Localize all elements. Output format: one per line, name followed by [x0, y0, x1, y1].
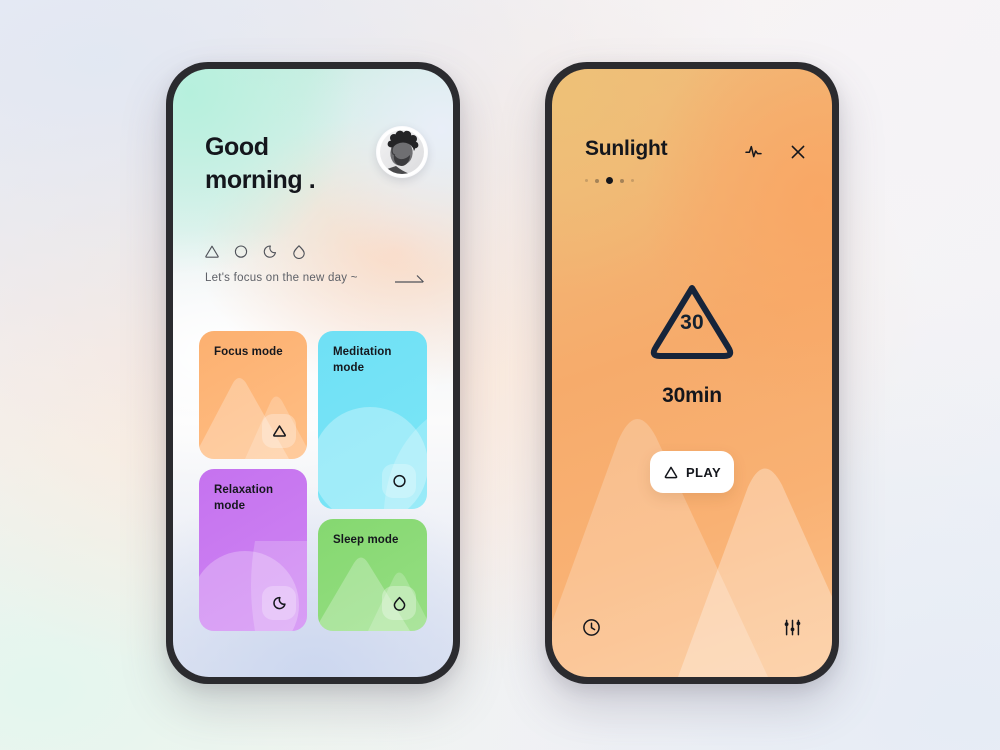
arrow-right-icon	[395, 275, 424, 283]
phone-mockup-left: Good morning . Let's focus on the new da…	[166, 62, 460, 684]
droplet-icon	[393, 596, 405, 611]
shape-icon-row	[204, 244, 307, 259]
mode-card-sleep[interactable]: Sleep mode	[318, 519, 427, 631]
phone-mockup-right: Sunlight 30 30min PLAY	[545, 62, 839, 684]
triangle-icon	[272, 425, 286, 437]
card-badge-meditation[interactable]	[382, 464, 416, 498]
card-title: Sleep mode	[333, 534, 399, 546]
home-screen: Good morning . Let's focus on the new da…	[173, 69, 453, 677]
pagination-dots[interactable]	[585, 177, 634, 184]
timer-duration-label: 30min	[662, 384, 722, 407]
triangle-icon	[664, 466, 678, 478]
card-badge-sleep[interactable]	[382, 586, 416, 620]
mode-card-focus[interactable]: Focus mode	[199, 331, 307, 459]
session-screen: Sunlight 30 30min PLAY	[552, 69, 832, 677]
triangle-icon[interactable]	[204, 244, 220, 259]
pagination-dot[interactable]	[595, 178, 599, 183]
close-x-icon[interactable]	[789, 143, 807, 161]
droplet-icon[interactable]	[291, 244, 307, 259]
mode-card-relaxation[interactable]: Relaxation mode	[199, 469, 307, 631]
screenshot-stage: Good morning . Let's focus on the new da…	[0, 0, 1000, 750]
clock-icon[interactable]	[582, 618, 601, 637]
greeting-text: Good morning .	[205, 133, 316, 195]
card-title: Relaxation mode	[214, 484, 274, 512]
activity-pulse-icon[interactable]	[744, 142, 763, 161]
avatar[interactable]	[376, 126, 428, 178]
pagination-dot[interactable]	[620, 178, 624, 183]
bottom-toolbar	[552, 618, 832, 637]
pagination-dot-active[interactable]	[606, 177, 613, 184]
next-arrow-button[interactable]	[393, 271, 427, 287]
mode-cards-grid: Focus mode Meditation mode Relaxation mo…	[199, 331, 427, 631]
page-title: Sunlight	[585, 137, 668, 160]
card-title: Focus mode	[214, 346, 283, 358]
crescent-moon-icon	[272, 596, 286, 610]
equalizer-sliders-icon[interactable]	[783, 618, 802, 637]
play-button[interactable]: PLAY	[650, 451, 734, 493]
header-icons	[744, 142, 807, 161]
pagination-dot[interactable]	[631, 179, 634, 182]
pagination-dot[interactable]	[585, 179, 588, 182]
timer-dial[interactable]: 30	[646, 281, 738, 361]
play-label: PLAY	[685, 464, 722, 480]
card-badge-relaxation[interactable]	[262, 586, 296, 620]
mode-card-meditation[interactable]: Meditation mode	[318, 331, 427, 509]
card-title: Meditation mode	[333, 346, 392, 374]
card-badge-focus[interactable]	[262, 414, 296, 448]
circle-icon	[392, 474, 406, 488]
circle-icon[interactable]	[233, 244, 249, 259]
timer-value: 30	[680, 311, 704, 334]
tagline-text: Let's focus on the new day ~	[205, 272, 358, 284]
user-avatar-photo	[377, 127, 427, 177]
crescent-moon-icon[interactable]	[262, 244, 278, 259]
